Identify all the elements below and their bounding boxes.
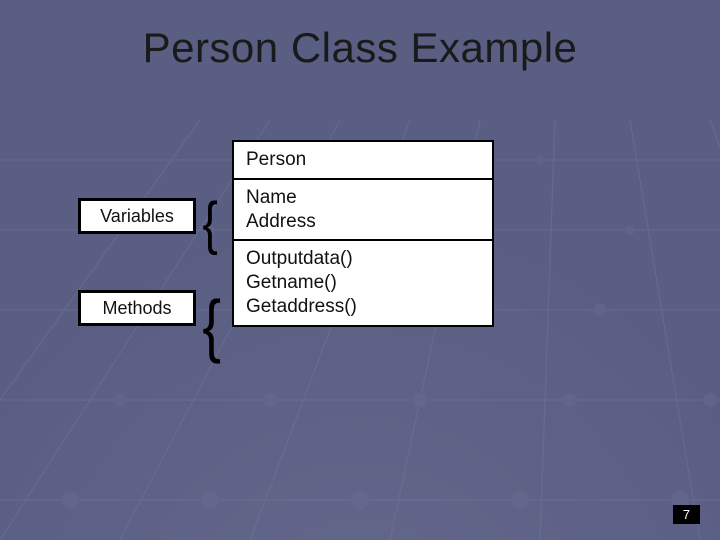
annotation-methods-label: Methods	[102, 298, 171, 319]
uml-class-box: Person Name Address Outputdata() Getname…	[232, 140, 494, 327]
uml-method: Getname()	[246, 271, 480, 295]
page-number: 7	[673, 505, 700, 524]
uml-class-name: Person	[246, 149, 306, 170]
slide-title: Person Class Example	[0, 24, 720, 72]
uml-methods-section: Outputdata() Getname() Getaddress()	[234, 241, 492, 324]
uml-method: Outputdata()	[246, 247, 480, 271]
annotation-methods: Methods	[78, 290, 196, 326]
uml-attributes-section: Name Address	[234, 180, 492, 242]
annotation-variables: Variables	[78, 198, 196, 234]
uml-attribute: Address	[246, 210, 480, 234]
uml-method: Getaddress()	[246, 295, 480, 319]
uml-attribute: Name	[246, 186, 480, 210]
uml-class-name-section: Person	[234, 142, 492, 180]
annotation-variables-label: Variables	[100, 206, 174, 227]
